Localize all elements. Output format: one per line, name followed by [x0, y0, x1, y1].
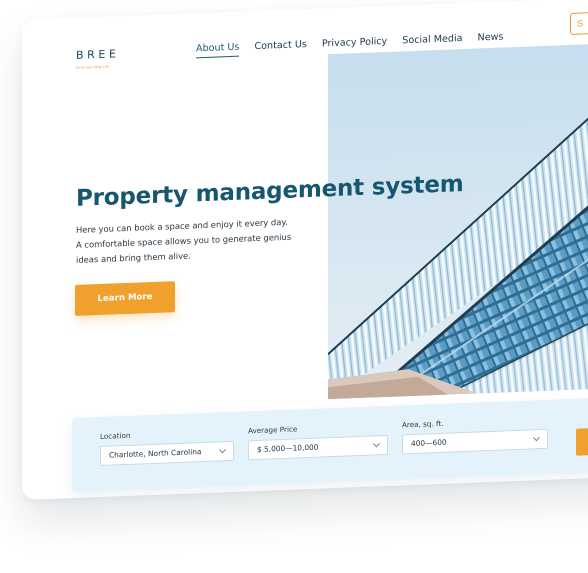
- chevron-down-icon: [532, 434, 541, 442]
- price-select[interactable]: $ 5,000—10,000: [248, 434, 388, 461]
- logo-tagline: Find Your Way Life: [76, 64, 110, 70]
- hero-description: Here you can book a space and enjoy it e…: [76, 214, 306, 268]
- area-select[interactable]: 400—600: [402, 428, 548, 455]
- area-value: 400—600: [411, 437, 447, 449]
- landing-card: BREE Find Your Way Life About Us Contact…: [22, 0, 588, 501]
- location-field: Location Charlotte, North Carolina: [100, 427, 234, 467]
- search-button[interactable]: [576, 426, 588, 456]
- chevron-down-icon: [372, 440, 381, 448]
- header-cta-button[interactable]: S: [570, 10, 588, 35]
- location-value: Charlotte, North Carolina: [109, 447, 202, 460]
- price-value: $ 5,000—10,000: [257, 442, 319, 454]
- page: BREE Find Your Way Life About Us Contact…: [0, 0, 588, 573]
- building-facade-illustration: [328, 42, 588, 400]
- property-search-bar: Location Charlotte, North Carolina Avera…: [72, 396, 588, 493]
- nav-item-about-us[interactable]: About Us: [196, 41, 240, 59]
- area-field: Area, sq. ft. 400—600: [402, 415, 548, 455]
- nav-item-news[interactable]: News: [478, 32, 504, 48]
- chevron-down-icon: [218, 446, 227, 454]
- hero-building-photo: [328, 42, 588, 400]
- learn-more-button[interactable]: Learn More: [75, 281, 175, 316]
- nav-item-privacy-policy[interactable]: Privacy Policy: [322, 36, 387, 54]
- logo[interactable]: BREE Find Your Way Life: [76, 44, 120, 70]
- location-label: Location: [100, 430, 131, 442]
- nav-item-contact-us[interactable]: Contact Us: [254, 39, 306, 56]
- logo-name: BREE: [76, 47, 120, 62]
- area-label: Area, sq. ft.: [402, 418, 444, 430]
- price-label: Average Price: [248, 424, 298, 436]
- location-select[interactable]: Charlotte, North Carolina: [100, 440, 234, 467]
- nav-item-social-media[interactable]: Social Media: [402, 33, 462, 50]
- price-field: Average Price $ 5,000—10,000: [248, 421, 388, 461]
